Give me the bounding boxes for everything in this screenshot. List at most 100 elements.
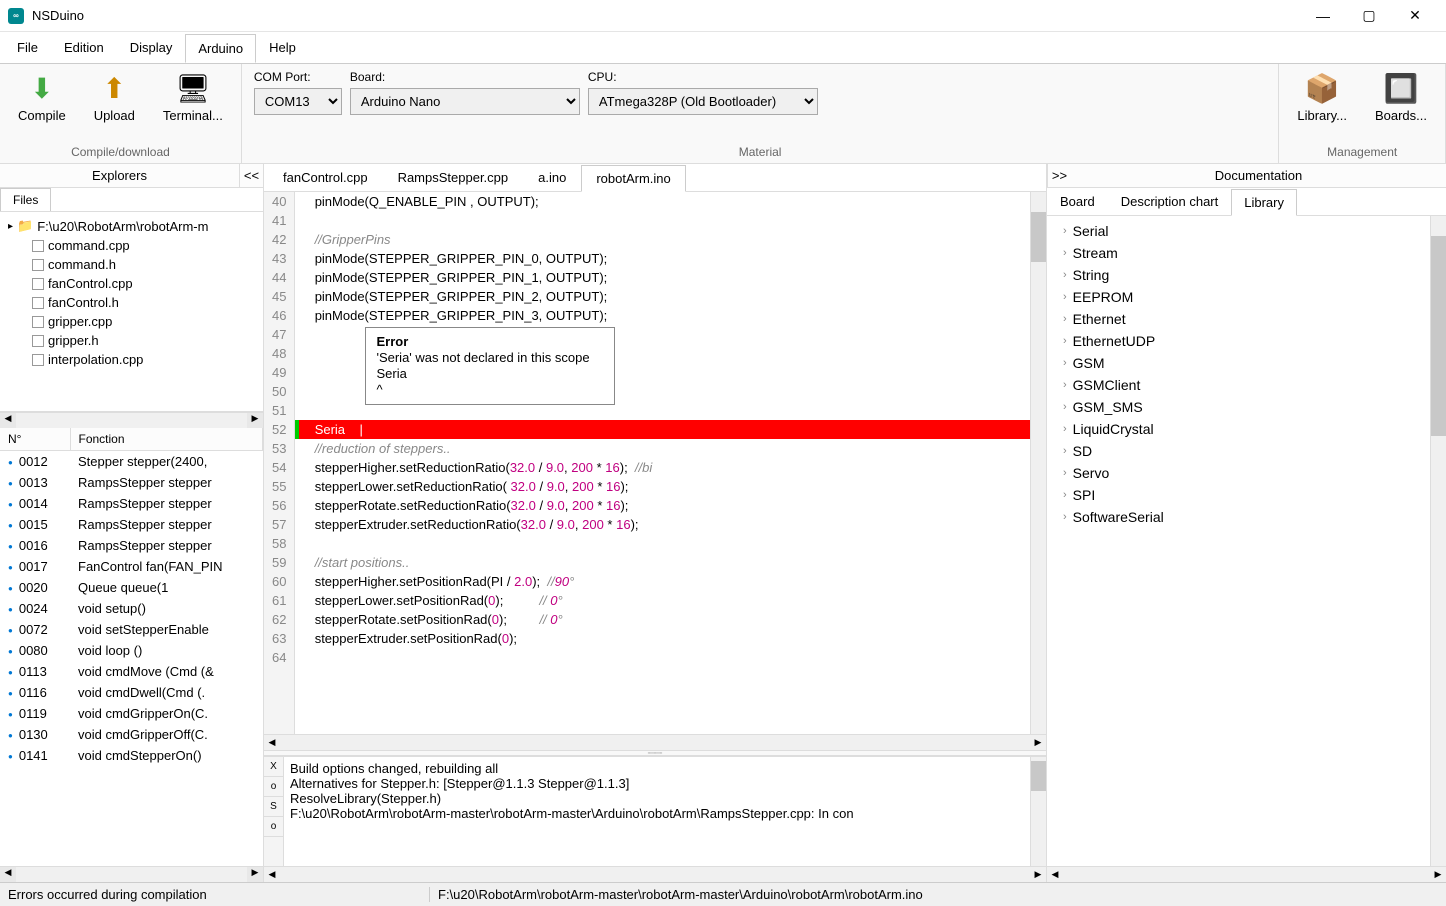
library-item[interactable]: GSM_SMS <box>1047 396 1430 418</box>
library-list[interactable]: SerialStreamStringEEPROMEthernetEthernet… <box>1047 216 1430 866</box>
tree-file[interactable]: interpolation.cpp <box>4 350 259 369</box>
lib-hscroll-left[interactable]: ◀ <box>1047 869 1063 880</box>
code-line[interactable]: pinMode(Q_ENABLE_PIN , OUTPUT); <box>295 192 1030 211</box>
board-select[interactable]: Arduino Nano <box>350 88 580 115</box>
code-line[interactable]: Seria | <box>295 420 1030 439</box>
function-row[interactable]: ●0012Stepper stepper(2400, <box>0 451 263 473</box>
code-line[interactable]: pinMode(STEPPER_GRIPPER_PIN_2, OUTPUT); <box>295 287 1030 306</box>
func-scroll-left[interactable]: ◀ <box>0 867 16 882</box>
compile-button[interactable]: ⬇Compile <box>12 68 72 127</box>
code-line[interactable]: pinMode(STEPPER_GRIPPER_PIN_1, OUTPUT); <box>295 268 1030 287</box>
code-line[interactable]: //GripperPins <box>295 230 1030 249</box>
menu-file[interactable]: File <box>4 33 51 62</box>
com-port-select[interactable]: COM13 <box>254 88 342 115</box>
console-btn-4[interactable]: o <box>264 817 283 837</box>
lib-vscroll[interactable] <box>1430 216 1446 866</box>
file-tree[interactable]: 📁 F:\u20\RobotArm\robotArm-m command.cpp… <box>0 212 263 412</box>
maximize-button[interactable]: ▢ <box>1346 0 1392 32</box>
tab-aino[interactable]: a.ino <box>523 164 581 191</box>
func-scrollbar[interactable] <box>16 867 247 882</box>
library-item[interactable]: LiquidCrystal <box>1047 418 1430 440</box>
func-col-fn[interactable]: Fonction <box>70 428 263 451</box>
code-line[interactable] <box>295 534 1030 553</box>
explorers-collapse[interactable]: << <box>239 164 263 187</box>
close-button[interactable]: ✕ <box>1392 0 1438 32</box>
tab-robotarm[interactable]: robotArm.ino <box>581 165 685 192</box>
console-hscroll-right[interactable]: ▶ <box>1030 869 1046 880</box>
func-col-no[interactable]: N° <box>0 428 70 451</box>
code-line[interactable]: pinMode(STEPPER_GRIPPER_PIN_3, OUTPUT); <box>295 306 1030 325</box>
code-line[interactable] <box>295 648 1030 667</box>
library-button[interactable]: 📦Library... <box>1291 68 1353 127</box>
function-row[interactable]: ●0014RampsStepper stepper <box>0 493 263 514</box>
console-close[interactable]: X <box>264 757 283 777</box>
doc-collapse[interactable]: >> <box>1047 164 1071 187</box>
code-line[interactable]: stepperHigher.setReductionRatio(32.0 / 9… <box>295 458 1030 477</box>
library-item[interactable]: EEPROM <box>1047 286 1430 308</box>
library-item[interactable]: Stream <box>1047 242 1430 264</box>
tree-scrollbar[interactable] <box>16 413 247 428</box>
library-item[interactable]: Ethernet <box>1047 308 1430 330</box>
tab-fancontrol[interactable]: fanControl.cpp <box>268 164 383 191</box>
code-line[interactable]: stepperRotate.setReductionRatio(32.0 / 9… <box>295 496 1030 515</box>
function-list[interactable]: N°Fonction ●0012Stepper stepper(2400,●00… <box>0 428 263 866</box>
tree-file[interactable]: gripper.cpp <box>4 312 259 331</box>
console-btn-2[interactable]: o <box>264 777 283 797</box>
menu-arduino[interactable]: Arduino <box>185 34 256 63</box>
terminal-button[interactable]: 🖥Terminal... <box>157 68 229 127</box>
menu-edition[interactable]: Edition <box>51 33 117 62</box>
library-item[interactable]: GSMClient <box>1047 374 1430 396</box>
minimize-button[interactable]: — <box>1300 0 1346 32</box>
files-tab[interactable]: Files <box>0 188 51 211</box>
lib-hscroll-right[interactable]: ▶ <box>1430 869 1446 880</box>
tree-root[interactable]: 📁 F:\u20\RobotArm\robotArm-m <box>4 216 259 236</box>
code-line[interactable]: //reduction of steppers.. <box>295 439 1030 458</box>
doc-tab-board[interactable]: Board <box>1047 188 1108 215</box>
function-row[interactable]: ●0080void loop () <box>0 640 263 661</box>
tree-scroll-right[interactable]: ▶ <box>247 413 263 428</box>
code-line[interactable]: //start positions.. <box>295 553 1030 572</box>
library-item[interactable]: SD <box>1047 440 1430 462</box>
code-editor[interactable]: 4041424344454647484950515253545556575859… <box>264 192 1046 734</box>
code-line[interactable]: stepperLower.setPositionRad(0); // 0° <box>295 591 1030 610</box>
editor-hscroll-left[interactable]: ◀ <box>264 737 280 748</box>
library-item[interactable]: Serial <box>1047 220 1430 242</box>
boards-button[interactable]: 🔲Boards... <box>1369 68 1433 127</box>
console-hscroll-left[interactable]: ◀ <box>264 869 280 880</box>
tab-rampsstepper[interactable]: RampsStepper.cpp <box>383 164 524 191</box>
function-row[interactable]: ●0024void setup() <box>0 598 263 619</box>
tree-file[interactable]: fanControl.cpp <box>4 274 259 293</box>
function-row[interactable]: ●0119void cmdGripperOn(C. <box>0 703 263 724</box>
function-row[interactable]: ●0013RampsStepper stepper <box>0 472 263 493</box>
doc-tab-description[interactable]: Description chart <box>1108 188 1232 215</box>
code-line[interactable]: stepperExtruder.setPositionRad(0); <box>295 629 1030 648</box>
cpu-select[interactable]: ATmega328P (Old Bootloader) <box>588 88 818 115</box>
tree-file[interactable]: command.h <box>4 255 259 274</box>
editor-vscroll[interactable] <box>1030 192 1046 734</box>
menu-help[interactable]: Help <box>256 33 309 62</box>
console-output[interactable]: Build options changed, rebuilding allAlt… <box>284 757 1030 866</box>
tree-file[interactable]: fanControl.h <box>4 293 259 312</box>
function-row[interactable]: ●0016RampsStepper stepper <box>0 535 263 556</box>
library-item[interactable]: EthernetUDP <box>1047 330 1430 352</box>
console-btn-3[interactable]: S <box>264 797 283 817</box>
library-item[interactable]: Servo <box>1047 462 1430 484</box>
function-row[interactable]: ●0020Queue queue(1 <box>0 577 263 598</box>
code-line[interactable]: stepperRotate.setPositionRad(0); // 0° <box>295 610 1030 629</box>
doc-tab-library[interactable]: Library <box>1231 189 1297 216</box>
function-row[interactable]: ●0072void setStepperEnable <box>0 619 263 640</box>
editor-hscroll-right[interactable]: ▶ <box>1030 737 1046 748</box>
function-row[interactable]: ●0141void cmdStepperOn() <box>0 745 263 766</box>
func-scroll-right[interactable]: ▶ <box>247 867 263 882</box>
code-line[interactable] <box>295 211 1030 230</box>
library-item[interactable]: SPI <box>1047 484 1430 506</box>
function-row[interactable]: ●0130void cmdGripperOff(C. <box>0 724 263 745</box>
code-line[interactable]: pinMode(STEPPER_GRIPPER_PIN_0, OUTPUT); <box>295 249 1030 268</box>
code-line[interactable]: stepperExtruder.setReductionRatio(32.0 /… <box>295 515 1030 534</box>
library-item[interactable]: String <box>1047 264 1430 286</box>
upload-button[interactable]: ⬆Upload <box>88 68 141 127</box>
code-line[interactable]: stepperHigher.setPositionRad(PI / 2.0); … <box>295 572 1030 591</box>
function-row[interactable]: ●0113void cmdMove (Cmd (& <box>0 661 263 682</box>
library-item[interactable]: SoftwareSerial <box>1047 506 1430 528</box>
console-vscroll[interactable] <box>1030 757 1046 866</box>
